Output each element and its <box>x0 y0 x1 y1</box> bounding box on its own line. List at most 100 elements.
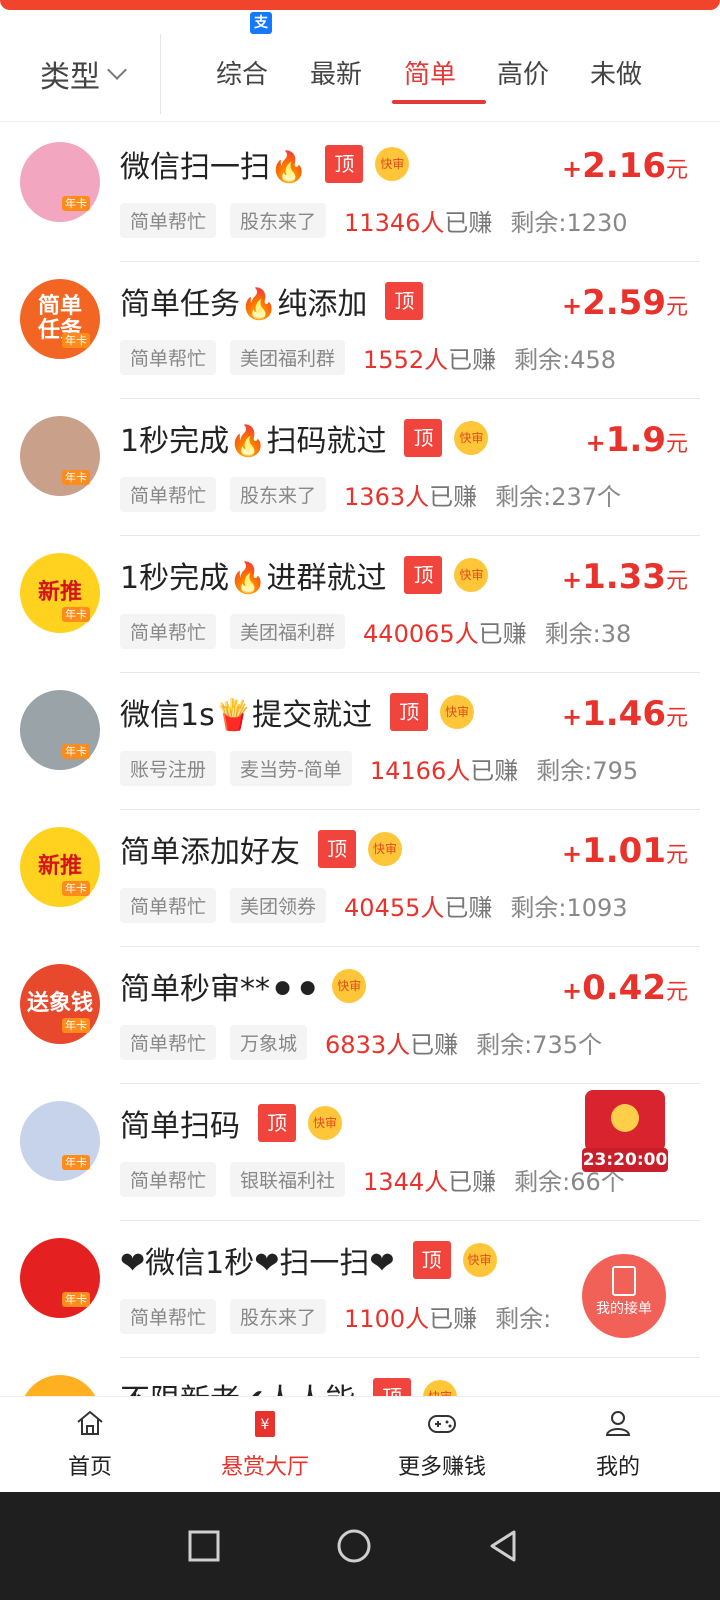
task-tag: 股东来了 <box>230 476 327 512</box>
divider <box>160 34 161 114</box>
card-badge: 年卡 <box>62 333 90 348</box>
task-meta: 简单帮忙 美团领券 40455人已赚 剩余:1093 <box>120 887 690 923</box>
task-row[interactable]: 年卡 1秒完成🔥扫码就过顶快审 +1.9元 简单帮忙 股东来了 1363人已赚 剩余:237… <box>0 396 720 536</box>
tab-comprehensive[interactable]: 综合 <box>216 54 268 94</box>
earned-number: 14166人 <box>369 756 471 785</box>
price-plus: + <box>561 703 583 731</box>
home-circle-icon[interactable] <box>334 1526 374 1566</box>
task-tag: 简单帮忙 <box>120 476 217 512</box>
tab-not-done[interactable]: 未做 <box>590 54 642 94</box>
price-plus: + <box>561 977 583 1005</box>
task-price: +2.16元 <box>562 146 688 186</box>
task-meta: 简单帮忙 美团福利群 1552人已赚 剩余:458 <box>120 339 690 375</box>
task-title-line: 微信扫一扫🔥 顶快审 <box>120 142 410 186</box>
task-price: +1.9元 <box>586 420 688 460</box>
reward-hall-icon: ¥ <box>255 1411 275 1437</box>
top-badge: 顶 <box>404 556 443 594</box>
task-tag: 账号注册 <box>120 750 217 786</box>
task-tag: 美团福利群 <box>230 613 346 649</box>
fast-review-badge: 快审 <box>332 969 367 1003</box>
top-badge: 顶 <box>318 830 356 868</box>
task-tag: 麦当劳-简单 <box>230 750 352 786</box>
task-row[interactable]: 新推 年卡 1秒完成🔥进群就过顶快审 +1.33元 简单帮忙 美团福利群 440065人已赚… <box>0 533 720 673</box>
task-price: +1.46元 <box>562 694 688 734</box>
type-dropdown-label: 类型 <box>40 60 100 95</box>
nav-more-earn-label: 更多赚钱 <box>397 1455 486 1480</box>
price-unit: 元 <box>665 980 688 1005</box>
nav-more-earn[interactable]: 更多赚钱 <box>352 1397 532 1493</box>
fast-review-badge: 快审 <box>462 1243 497 1277</box>
price-unit: 元 <box>665 295 688 320</box>
card-badge: 年卡 <box>62 1018 90 1033</box>
filter-bar: 类型 综合 最新 简单 高价 未做 <box>0 34 720 122</box>
earned-suffix: 已赚 <box>429 1304 478 1333</box>
task-title-line: 简单秒审**⚫⚫ 快审 <box>120 964 367 1008</box>
task-meta: 账号注册 麦当劳-简单 14166人已赚 剩余:795 <box>120 750 690 786</box>
earned-count: 440065人已赚 <box>363 614 527 649</box>
my-orders-label: 我的接单 <box>596 1301 652 1317</box>
tab-simple[interactable]: 简单 <box>404 54 456 94</box>
back-icon[interactable] <box>484 1526 524 1566</box>
task-title: 1秒完成🔥进群就过 <box>120 561 387 596</box>
task-tag: 简单帮忙 <box>120 202 217 238</box>
task-tag: 万象城 <box>230 1024 308 1060</box>
tab-latest[interactable]: 最新 <box>310 54 362 94</box>
earned-count: 1363人已赚 <box>344 477 477 512</box>
nav-home[interactable]: 首页 <box>0 1397 180 1493</box>
document-icon <box>612 1266 636 1296</box>
earned-number: 440065人 <box>363 619 479 648</box>
earned-count: 1100人已赚 <box>344 1299 477 1334</box>
task-price: +1.01元 <box>562 831 688 871</box>
task-row[interactable]: 年卡 微信1s🍟提交就过顶快审 +1.46元 账号注册 麦当劳-简单 14166人已赚 剩余… <box>0 670 720 810</box>
task-meta: 简单帮忙 股东来了 11346人已赚 剩余:1230 <box>120 202 690 238</box>
countdown-timer: 23:20:00 <box>582 1148 668 1172</box>
task-row[interactable]: 新推 年卡 简单添加好友顶快审 +1.01元 简单帮忙 美团领券 40455人已赚 剩余:10… <box>0 807 720 947</box>
tab-high-price[interactable]: 高价 <box>497 54 549 94</box>
nav-reward-hall-label: 悬赏大厅 <box>220 1455 309 1480</box>
remaining-count: 剩余:735个 <box>476 1030 603 1059</box>
earned-count: 1344人已赚 <box>363 1162 496 1197</box>
task-tag: 股东来了 <box>230 1298 327 1334</box>
earned-number: 11346人 <box>344 208 445 237</box>
remaining-count: 剩余:458 <box>514 345 617 374</box>
earned-suffix: 已赚 <box>410 1030 459 1059</box>
earned-count: 6833人已赚 <box>325 1025 458 1060</box>
task-tag: 简单帮忙 <box>120 1024 217 1060</box>
task-row[interactable]: 简单 任务 年卡 简单任务🔥纯添加顶 +2.59元 简单帮忙 美团福利群 1552人已赚 剩余… <box>0 259 720 399</box>
task-list: 年卡 微信扫一扫🔥 顶快审 +2.16元 简单帮忙 股东来了 11346人已赚 剩余:1230… <box>0 122 720 1422</box>
price-plus: + <box>585 429 606 457</box>
task-price: +0.42元 <box>562 968 688 1008</box>
red-packet-button[interactable]: 23:20:00 <box>580 1090 670 1174</box>
home-icon <box>77 1410 103 1435</box>
task-row[interactable]: 年卡 微信扫一扫🔥 顶快审 +2.16元 简单帮忙 股东来了 11346人已赚 剩余:1230 <box>0 122 720 262</box>
earned-number: 1552人 <box>363 345 449 374</box>
earned-suffix: 已赚 <box>448 1167 497 1196</box>
type-dropdown[interactable]: 类型 <box>40 54 127 95</box>
earned-number: 1344人 <box>363 1167 449 1196</box>
card-badge: 年卡 <box>62 607 90 622</box>
task-title: 简单任务🔥纯添加 <box>120 287 368 322</box>
task-title-line: 简单任务🔥纯添加顶 <box>120 279 424 323</box>
price-unit: 元 <box>665 569 688 594</box>
nav-home-label: 首页 <box>67 1455 112 1480</box>
task-row[interactable]: 送象钱 年卡 简单秒审**⚫⚫ 快审 +0.42元 简单帮忙 万象城 6833人已赚 剩余:73… <box>0 944 720 1084</box>
recent-apps-icon[interactable] <box>184 1526 224 1566</box>
earned-suffix: 已赚 <box>444 893 493 922</box>
user-icon <box>605 1411 631 1436</box>
task-title: 微信扫一扫🔥 <box>120 150 308 185</box>
price-value: 2.59 <box>582 283 666 323</box>
card-badge: 年卡 <box>62 1155 90 1170</box>
nav-reward-hall[interactable]: ¥ 悬赏大厅 <box>175 1397 355 1493</box>
task-tag: 简单帮忙 <box>120 887 217 923</box>
task-meta: 简单帮忙 万象城 6833人已赚 剩余:735个 <box>120 1024 690 1060</box>
earned-number: 6833人 <box>325 1030 411 1059</box>
alipay-icon: 支 <box>250 12 272 34</box>
nav-mine[interactable]: 我的 <box>528 1397 708 1493</box>
my-orders-button[interactable]: 我的接单 <box>582 1254 666 1338</box>
task-title-line: 1秒完成🔥进群就过顶快审 <box>120 553 489 597</box>
earned-suffix: 已赚 <box>470 756 519 785</box>
task-tag: 简单帮忙 <box>120 339 217 375</box>
task-meta: 简单帮忙 股东来了 1363人已赚 剩余:237个 <box>120 476 690 512</box>
card-badge: 年卡 <box>62 470 90 485</box>
price-value: 0.42 <box>582 968 666 1008</box>
